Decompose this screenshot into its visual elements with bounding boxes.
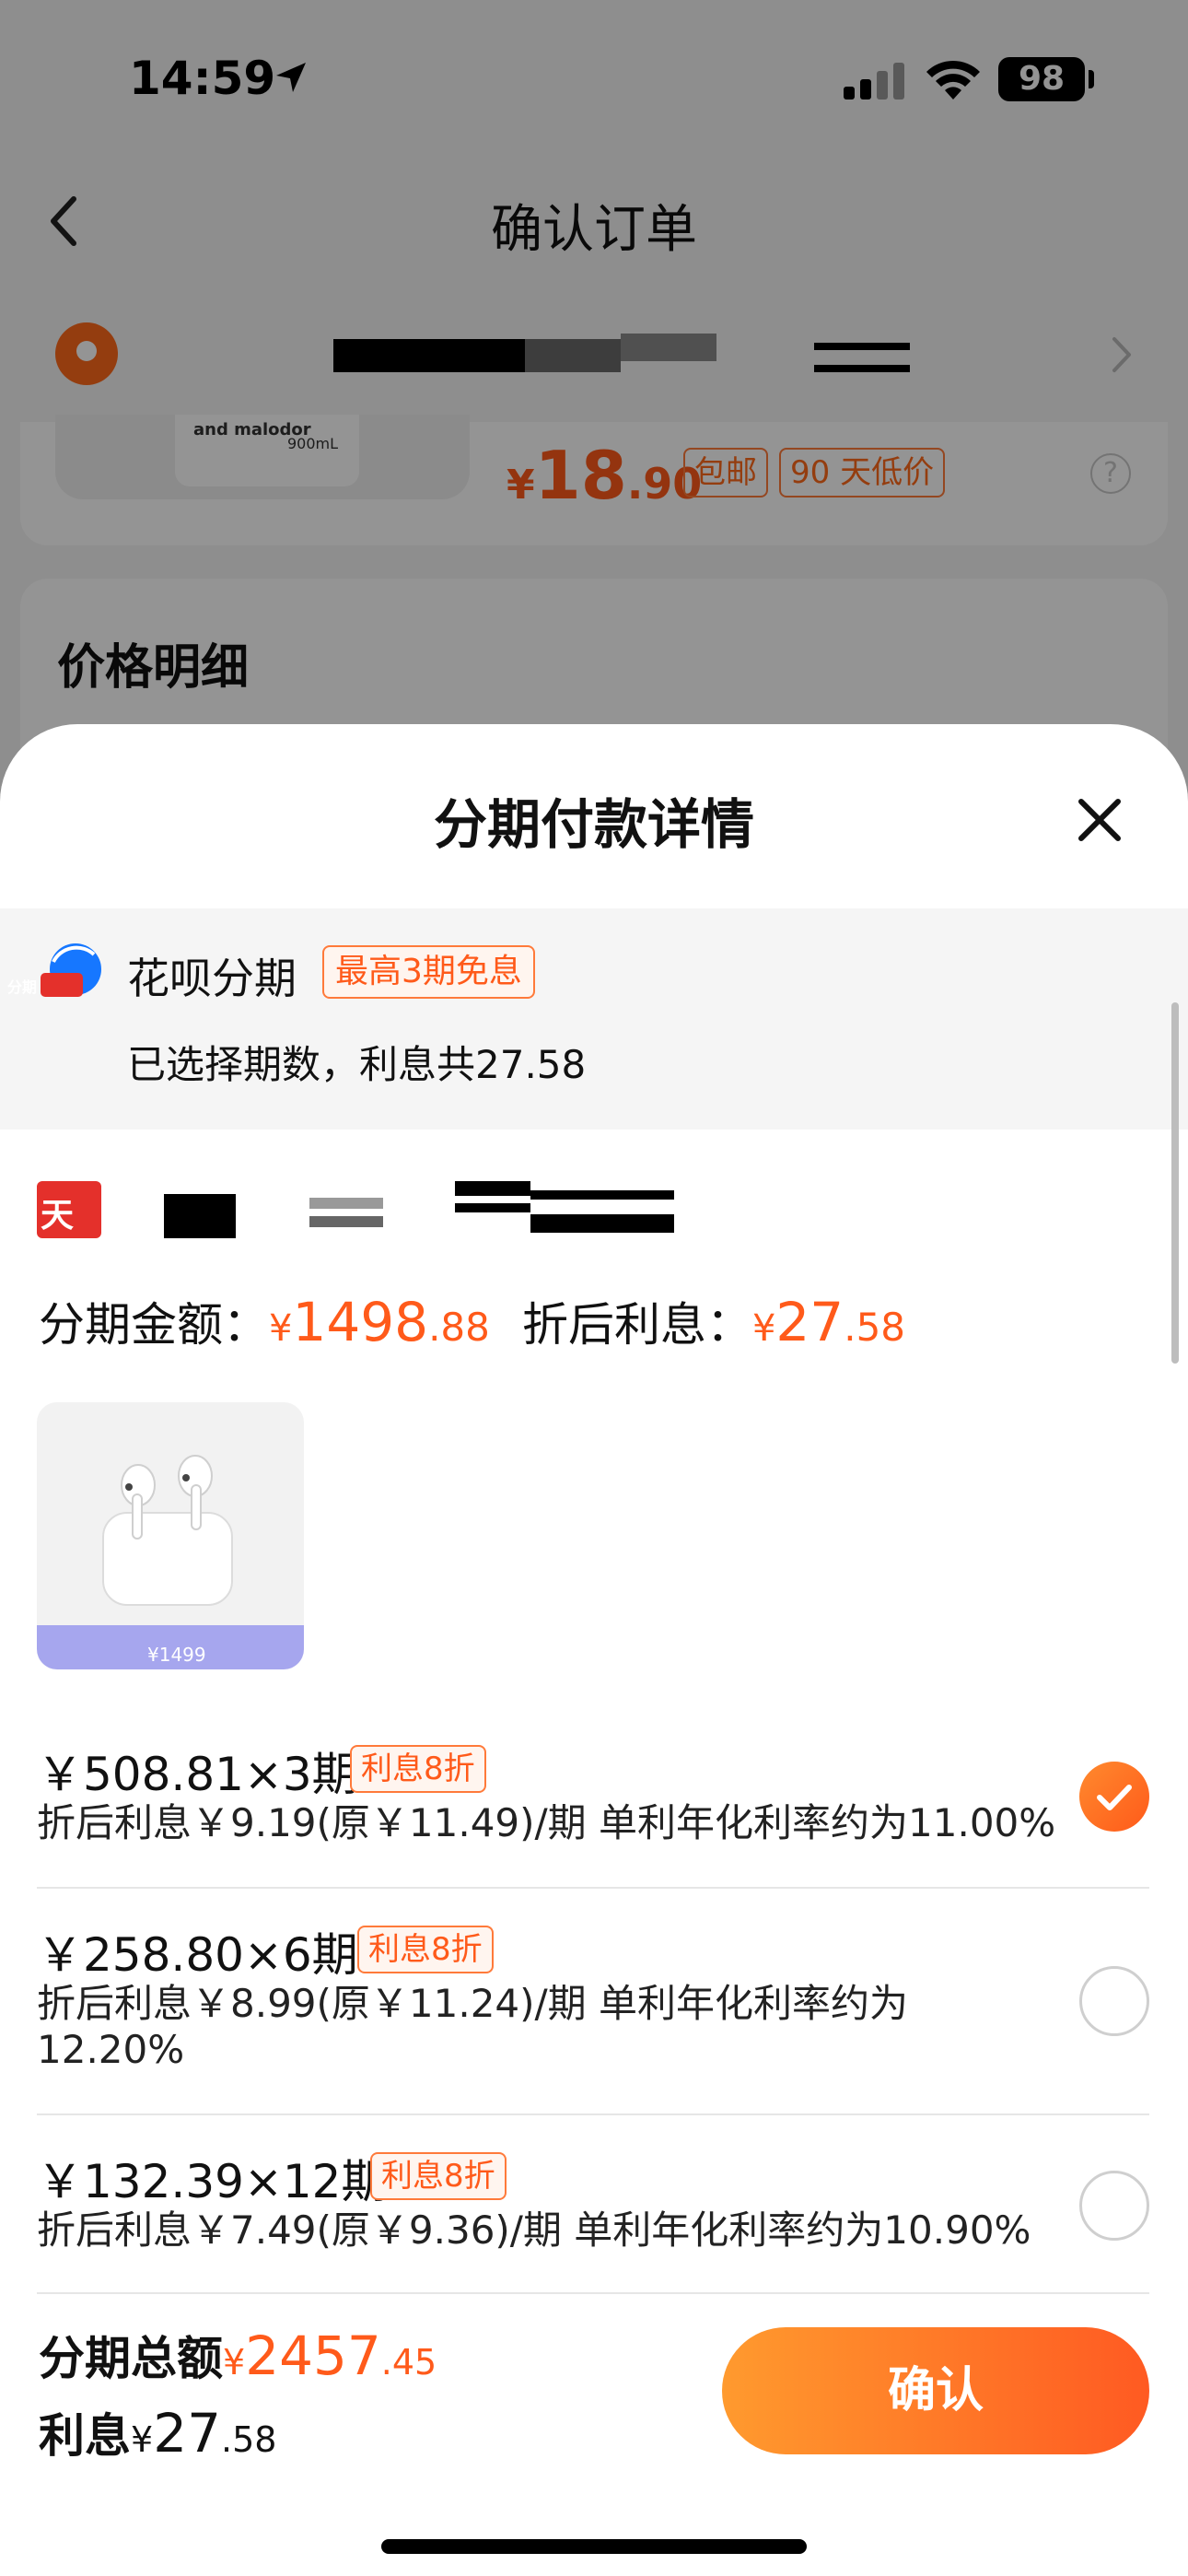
sheet-title: 分期付款详情 [433,793,754,856]
option-divider [37,1887,1149,1889]
installment-option-12[interactable]: ￥132.39×12期 利息8折 折后利息￥7.49(原￥9.36)/期 单利年… [37,2145,1149,2253]
installment-option-6[interactable]: ￥258.80×6期 利息8折 折后利息￥8.99(原￥11.24)/期 单利年… [37,1918,1149,2075]
installment-option-amount: ￥132.39×12期 [37,2155,388,2208]
interest-free-badge: 最高3期免息 [322,945,535,999]
installment-total-row: 分期总额¥2457.45 [39,2324,437,2387]
interest-total-label: 利息 [39,2409,131,2463]
checkmark-icon [1097,1785,1132,1810]
option-radio-unchecked[interactable] [1079,1966,1149,2036]
installment-option-3[interactable]: ￥508.81×3期 利息8折 折后利息￥9.19(原￥11.49)/期 单利年… [37,1738,1149,1845]
installment-total-label: 分期总额 [39,2332,223,2385]
installment-total-value: 2457 [245,2324,381,2387]
option-radio-checked[interactable] [1079,1762,1149,1832]
redacted-store-name [455,1181,530,1196]
discounted-interest-value: 27 [775,1291,844,1353]
installment-amount-value: 1498 [292,1291,429,1353]
installment-option-amount: ￥508.81×3期 [37,1748,358,1801]
home-indicator[interactable] [381,2539,807,2554]
option-radio-unchecked[interactable] [1079,2171,1149,2241]
redacted-store-name [530,1214,674,1233]
interest-total-value: 27 [153,2402,221,2465]
scrollbar[interactable] [1171,1002,1179,1364]
redacted-store-name [455,1203,530,1212]
discounted-interest-label: 折后利息： [521,1298,752,1352]
interest-discount-badge: 利息8折 [350,1745,486,1793]
installment-option-amount: ￥258.80×6期 [37,1928,358,1982]
huabei-logo-text: 分期 [7,978,38,996]
interest-discount-badge: 利息8折 [357,1926,494,1973]
option-divider [37,2113,1149,2115]
installment-option-detail: 折后利息￥9.19(原￥11.49)/期 单利年化利率约为11.00% [37,1800,1056,1845]
installment-amount-label: 分期金额： [39,1298,269,1352]
interest-total-row: 利息¥27.58 [39,2402,277,2465]
installment-option-detail: 折后利息￥8.99(原￥11.24)/期 单利年化利率约为 12.20% [37,1981,909,2072]
footer-divider [37,2292,1149,2294]
redacted-store-name [309,1216,383,1227]
redacted-store-name [309,1198,383,1209]
product-image-price: ¥1499 [147,1644,206,1666]
tmall-logo-text: 天猫 [41,1197,75,1282]
close-icon[interactable] [1072,792,1127,848]
huabei-info-box [0,908,1188,1130]
huabei-installment-logo-icon [41,943,101,997]
installment-amount-row: 分期金额：¥1498.88 折后利息：¥27.58 [39,1291,906,1353]
huabei-name: 花呗分期 [127,954,297,1003]
redacted-store-name [164,1194,236,1238]
selected-installment-summary: 已选择期数，利息共27.58 [127,1042,587,1087]
installment-option-detail: 折后利息￥7.49(原￥9.36)/期 单利年化利率约为10.90% [37,2207,1031,2253]
interest-discount-badge: 利息8折 [370,2152,507,2200]
confirm-button[interactable]: 确认 [722,2327,1149,2454]
redacted-store-name [530,1190,674,1200]
